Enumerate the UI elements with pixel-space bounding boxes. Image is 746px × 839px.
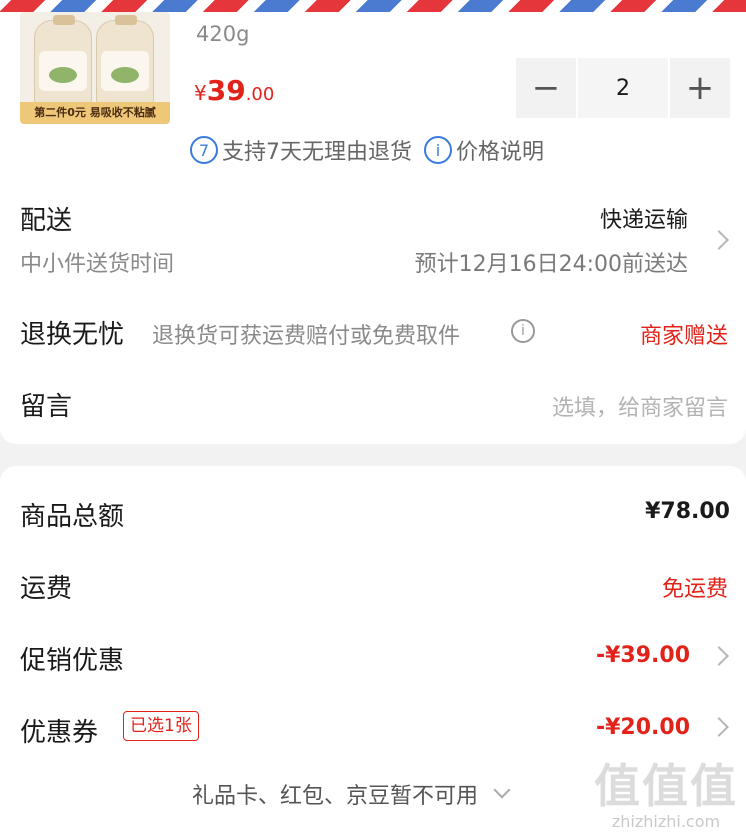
quantity-stepper: − 2 +	[516, 58, 730, 118]
delivery-sub-label: 中小件送货时间	[20, 252, 175, 277]
info-icon[interactable]: i	[511, 319, 535, 343]
message-input[interactable]: 选填，给商家留言	[552, 390, 728, 422]
decrease-button[interactable]: −	[516, 58, 576, 118]
coupon-value[interactable]: -¥20.00	[596, 715, 690, 740]
order-item-card: 第二件0元 易吸收不粘腻 420g ¥39.00 − 2 + 7 支持7天无理由…	[0, 12, 746, 444]
shipping-label: 运费	[20, 574, 73, 604]
product-thumbnail[interactable]: 第二件0元 易吸收不粘腻	[20, 12, 170, 124]
chevron-right-icon[interactable]	[709, 230, 729, 250]
delivery-method[interactable]: 快递运输	[600, 202, 688, 234]
price-currency: ¥	[194, 81, 207, 105]
return-label: 退换无忧	[20, 320, 125, 350]
message-label: 留言	[20, 392, 73, 422]
bottle-image	[96, 15, 154, 106]
airmail-stripe	[0, 0, 746, 12]
price-integer: 39	[206, 74, 246, 107]
product-price: ¥39.00	[194, 74, 274, 107]
product-spec: 420g	[196, 22, 250, 46]
delivery-label: 配送	[20, 206, 73, 236]
bottle-image	[34, 15, 92, 106]
return-status: 商家赠送	[639, 324, 728, 349]
chevron-down-icon	[493, 781, 511, 799]
watermark-logo: 值值值	[594, 759, 738, 813]
return-desc: 退换货可获运费赔付或免费取件	[152, 324, 461, 349]
unavailable-payments-toggle[interactable]: 礼品卡、红包、京豆暂不可用	[192, 778, 511, 810]
service-row: 7 支持7天无理由退货 i 价格说明	[190, 134, 544, 166]
quantity-value[interactable]: 2	[578, 58, 668, 118]
watermark: 值值值 zhizhizhi.com	[594, 760, 738, 831]
seven-day-icon: 7	[190, 136, 218, 164]
promo-value[interactable]: -¥39.00	[596, 643, 690, 668]
watermark-url: zhizhizhi.com	[611, 812, 721, 831]
goods-total-value: ¥78.00	[645, 499, 730, 524]
unavailable-payments-text: 礼品卡、红包、京豆暂不可用	[192, 784, 479, 809]
coupon-selected-tag[interactable]: 已选1张	[123, 711, 199, 741]
price-decimal: .00	[245, 84, 275, 105]
shipping-value: 免运费	[661, 577, 728, 602]
delivery-eta[interactable]: 预计12月16日24:00前送达	[415, 246, 688, 278]
coupon-label: 优惠券	[20, 718, 99, 748]
info-icon: i	[424, 136, 452, 164]
return-policy-text[interactable]: 支持7天无理由退货	[222, 134, 412, 166]
thumb-promo-banner: 第二件0元 易吸收不粘腻	[20, 102, 170, 124]
increase-button[interactable]: +	[670, 58, 730, 118]
goods-total-label: 商品总额	[20, 502, 125, 532]
promo-label: 促销优惠	[20, 646, 125, 676]
price-note-link[interactable]: 价格说明	[456, 134, 544, 166]
